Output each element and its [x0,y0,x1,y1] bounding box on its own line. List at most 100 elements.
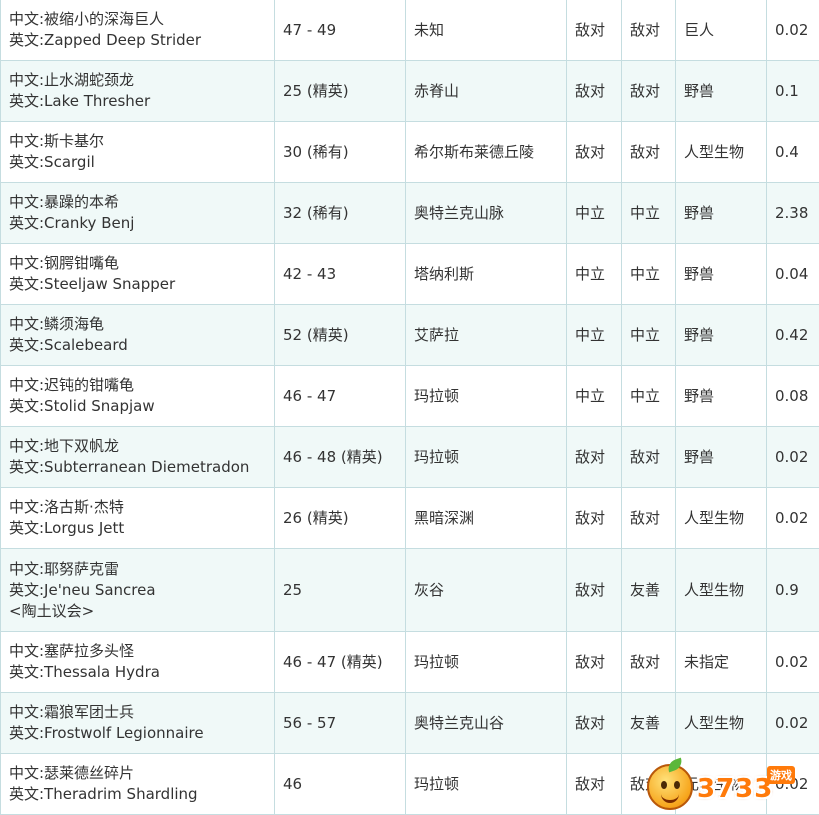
creature-title: <陶土议会> [9,601,95,620]
drop-rate-cell: 0.02 [766,426,819,488]
name-cell: 中文:洛古斯·杰特 英文:Lorgus Jett [0,487,275,549]
name-en: 英文:Scargil [9,153,95,171]
name-cn: 中文:塞萨拉多头怪 [9,642,135,660]
table-row: 中文:耶努萨克雷英文:Je'neu Sancrea <陶土议会> 25 灰谷 敌对 友善人… [0,548,819,632]
location-cell: 奥特兰克山谷 [405,692,567,754]
level-cell: 25 [274,548,406,632]
location-cell: 玛拉顿 [405,753,567,815]
drop-rate-cell: 0.42 [766,304,819,366]
table-row: 中文:暴躁的本希 英文:Cranky Benj 32 (稀有) 奥特兰克山脉 中立 中立野… [0,182,819,244]
name-en: 英文:Steeljaw Snapper [9,275,176,293]
location-cell: 艾萨拉 [405,304,567,366]
faction-alliance-cell: 中立 [566,243,622,305]
name-en: 英文:Frostwolf Legionnaire [9,724,204,742]
location-cell: 灰谷 [405,548,567,632]
name-cell: 中文:耶努萨克雷英文:Je'neu Sancrea <陶土议会> [0,548,275,632]
table-row: 中文:被缩小的深海巨人 英文:Zapped Deep Strider 47 - 49… [0,0,819,61]
type-cell: 人型生物 [675,548,767,632]
faction-horde-cell: 中立 [621,243,676,305]
drop-rate-cell: 0.02 [766,0,819,61]
faction-horde-cell: 敌对 [621,631,676,693]
table-row: 中文:瑟莱德丝碎片 英文:Theradrim Shardling 46 玛拉顿 敌对 敌对… [0,753,819,815]
name-cn: 中文:钢腭钳嘴龟 [9,254,120,272]
name-en: 英文:Cranky Benj [9,214,135,232]
name-cell: 中文:止水湖蛇颈龙 英文:Lake Thresher [0,60,275,122]
location-cell: 玛拉顿 [405,365,567,427]
faction-alliance-cell: 敌对 [566,692,622,754]
faction-alliance-cell: 中立 [566,365,622,427]
name-cell: 中文:钢腭钳嘴龟英文:Steeljaw Snapper [0,243,275,305]
level-cell: 46 - 47 (精英) [274,631,406,693]
type-cell: 野兽 [675,60,767,122]
type-cell: 巨人 [675,0,767,61]
type-cell: 人型生物 [675,487,767,549]
table-row: 中文:迟钝的钳嘴龟 英文:Stolid Snapjaw 46 - 47 玛拉顿 中立 中立… [0,365,819,427]
level-cell: 46 - 48 (精英) [274,426,406,488]
faction-alliance-cell: 敌对 [566,0,622,61]
location-cell: 玛拉顿 [405,426,567,488]
drop-rate-cell: 0.1 [766,60,819,122]
level-cell: 46 - 47 [274,365,406,427]
type-cell: 野兽 [675,243,767,305]
faction-alliance-cell: 敌对 [566,753,622,815]
name-cell: 中文:地下双帆龙 英文:Subterranean Diemetradon [0,426,275,488]
name-cell: 中文:霜狼军团士兵 英文:Frostwolf Legionnaire [0,692,275,754]
level-cell: 32 (稀有) [274,182,406,244]
name-cn: 中文:地下双帆龙 [9,437,120,455]
drop-rate-cell: 0.02 [766,487,819,549]
name-en: 英文:Je'neu Sancrea [9,580,156,599]
faction-horde-cell: 敌对 [621,487,676,549]
faction-horde-cell: 友善 [621,692,676,754]
table-row: 中文:钢腭钳嘴龟 英文:Steeljaw Snapper 42 - 43 塔纳利斯 中立… [0,243,819,305]
faction-horde-cell: 敌对 [621,60,676,122]
name-cn: 中文:被缩小的深海巨人 [9,10,165,28]
name-en: 英文:Lorgus Jett [9,519,125,537]
name-cell: 中文:瑟莱德丝碎片 英文:Theradrim Shardling [0,753,275,815]
name-cn: 中文:耶努萨克雷 [9,559,120,578]
faction-alliance-cell: 中立 [566,304,622,366]
name-cn: 中文:鳞须海龟 [9,315,105,333]
name-cell: 中文:暴躁的本希 英文:Cranky Benj [0,182,275,244]
name-cn: 中文:斯卡基尔 [9,132,105,150]
name-en: 英文:Theradrim Shardling [9,785,198,803]
table-row: 中文:止水湖蛇颈龙 英文:Lake Thresher 25 (精英) 赤脊山 敌对 敌对野… [0,60,819,122]
name-cell: 中文:斯卡基尔 英文:Scargil [0,121,275,183]
drop-rate-cell: 0.02 [766,753,819,815]
name-en: 英文:Scalebeard [9,336,128,354]
faction-horde-cell: 友善 [621,548,676,632]
faction-horde-cell: 敌对 [621,753,676,815]
level-cell: 42 - 43 [274,243,406,305]
type-cell: 野兽 [675,426,767,488]
name-cell: 中文:迟钝的钳嘴龟 英文:Stolid Snapjaw [0,365,275,427]
level-cell: 26 (精英) [274,487,406,549]
name-cell: 中文:塞萨拉多头怪英文:Thessala Hydra [0,631,275,693]
name-en: 英文:Thessala Hydra [9,663,160,681]
creature-table-body: 中文:被缩小的深海巨人 英文:Zapped Deep Strider 47 - 49… [0,0,819,815]
name-cell: 中文:被缩小的深海巨人英文:Zapped Deep Strider [0,0,275,61]
drop-rate-cell: 2.38 [766,182,819,244]
faction-horde-cell: 敌对 [621,121,676,183]
name-en: 英文:Stolid Snapjaw [9,397,155,415]
faction-alliance-cell: 敌对 [566,548,622,632]
type-cell: 野兽 [675,304,767,366]
name-cn: 中文:止水湖蛇颈龙 [9,71,135,89]
type-cell: 人型生物 [675,121,767,183]
table-row: 中文:地下双帆龙 英文:Subterranean Diemetradon 46 - … [0,426,819,488]
drop-rate-cell: 0.08 [766,365,819,427]
level-cell: 47 - 49 [274,0,406,61]
faction-alliance-cell: 敌对 [566,121,622,183]
name-cell: 中文:鳞须海龟英文:Scalebeard [0,304,275,366]
name-en: 英文:Zapped Deep Strider [9,31,202,49]
location-cell: 奥特兰克山脉 [405,182,567,244]
level-cell: 46 [274,753,406,815]
type-cell: 元素生物 [675,753,767,815]
drop-rate-cell: 0.04 [766,243,819,305]
name-cn: 中文:暴躁的本希 [9,193,120,211]
faction-horde-cell: 中立 [621,365,676,427]
location-cell: 未知 [405,0,567,61]
faction-horde-cell: 敌对 [621,0,676,61]
table-row: 中文:洛古斯·杰特 英文:Lorgus Jett 26 (精英) 黑暗深渊 敌对 敌对 人型… [0,487,819,549]
level-cell: 56 - 57 [274,692,406,754]
type-cell: 野兽 [675,365,767,427]
level-cell: 52 (精英) [274,304,406,366]
